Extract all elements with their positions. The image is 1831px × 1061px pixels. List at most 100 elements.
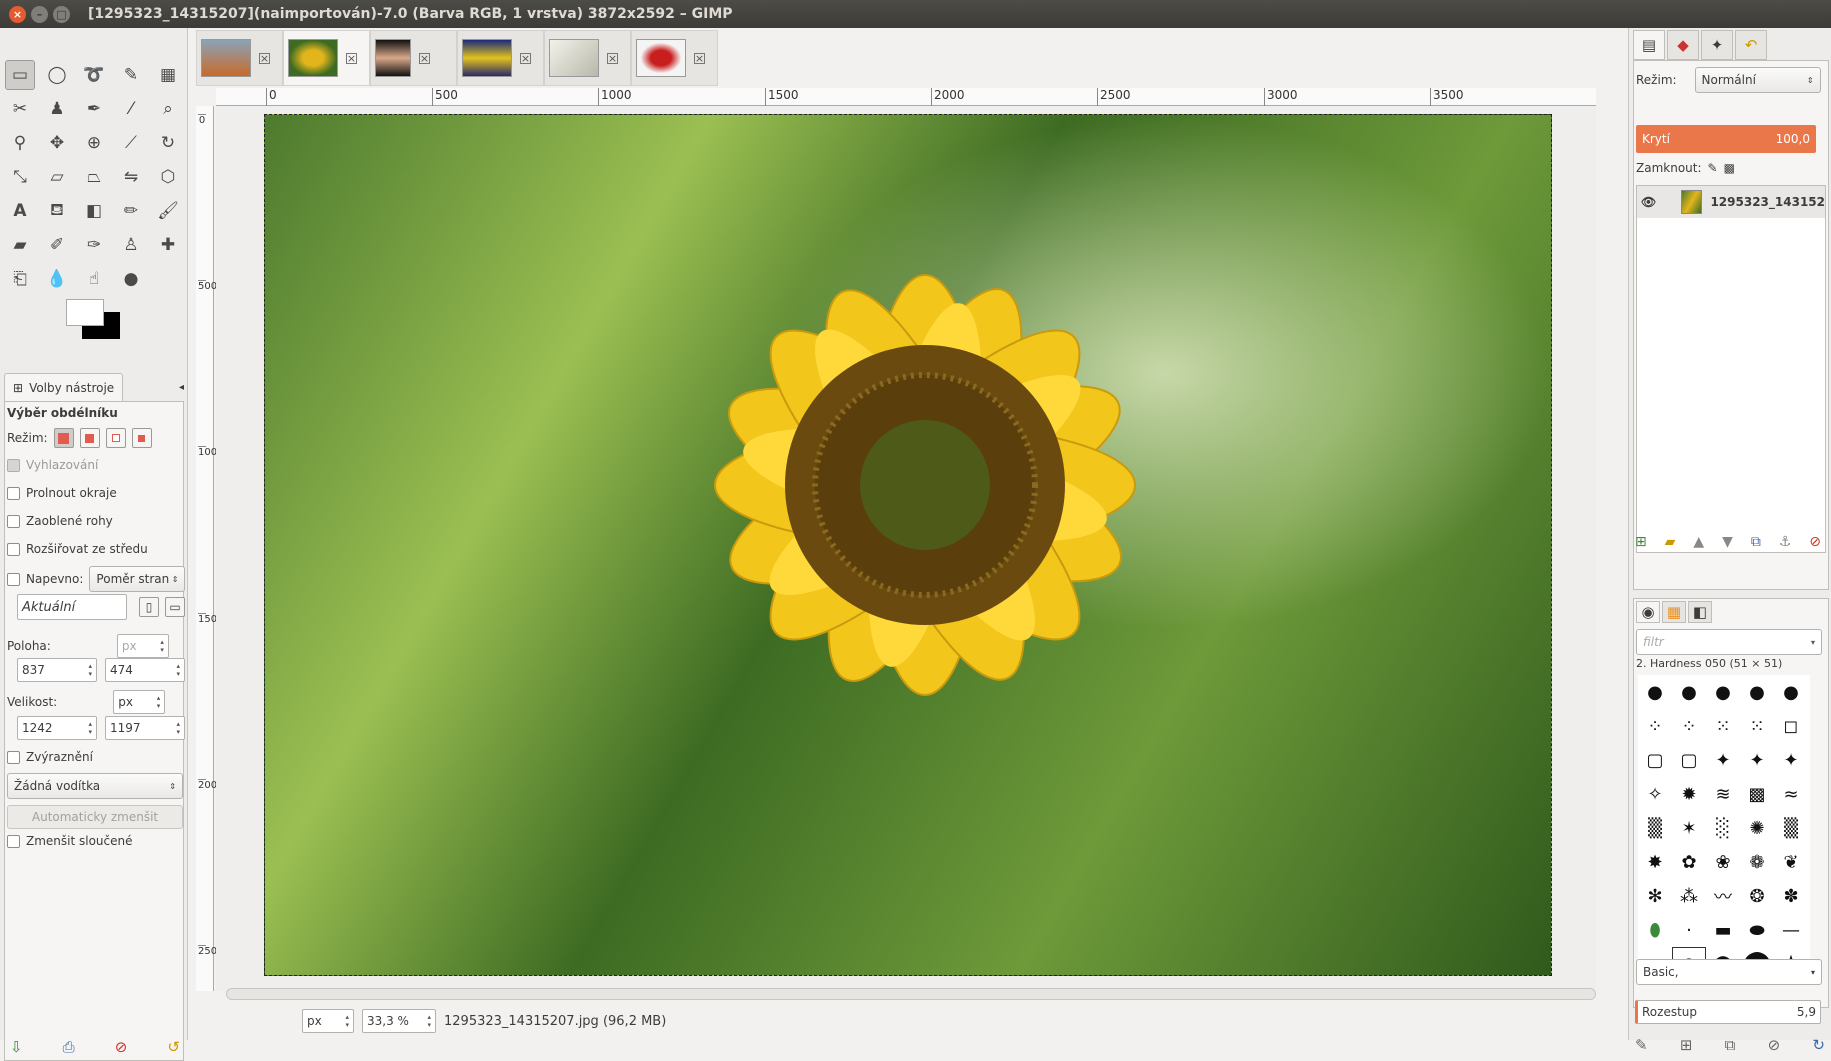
brushes-tab-icon[interactable]: ◉: [1636, 601, 1660, 623]
brush-item[interactable]: ✦: [1774, 743, 1808, 777]
lower-layer-icon[interactable]: ▼: [1722, 534, 1733, 550]
opacity-slider[interactable]: Krytí 100,0: [1636, 125, 1816, 153]
undo-tab-icon[interactable]: ↶: [1735, 30, 1767, 60]
cage-icon[interactable]: ⬡: [153, 162, 183, 192]
brush-item[interactable]: ▩: [1740, 777, 1774, 811]
size-w-input[interactable]: 1242 ▴ ▾: [17, 716, 97, 740]
scale-icon[interactable]: ⤡: [5, 162, 35, 192]
lock-pixels-icon[interactable]: ✎: [1708, 161, 1718, 175]
rect-select-icon[interactable]: ▭: [5, 60, 35, 90]
close-tab-icon[interactable]: ×: [607, 52, 618, 64]
blur-icon[interactable]: 💧: [42, 264, 72, 294]
brush-item[interactable]: ✺: [1740, 811, 1774, 845]
channels-tab-icon[interactable]: ◆: [1667, 30, 1699, 60]
size-h-input[interactable]: 1197 ▴ ▾: [105, 716, 185, 740]
image-tab-3[interactable]: ×: [370, 30, 457, 86]
foreground-select-icon[interactable]: ♟: [42, 94, 72, 124]
brush-item[interactable]: ⁙: [1740, 709, 1774, 743]
layer-row[interactable]: 👁 1295323_143152: [1637, 186, 1825, 218]
close-window-button[interactable]: ×: [9, 5, 26, 23]
mode-replace-button[interactable]: [53, 428, 74, 448]
size-unit-select[interactable]: px ▴ ▾: [113, 690, 166, 714]
image-tab-1[interactable]: ×: [196, 30, 283, 86]
brush-item[interactable]: ❁: [1740, 845, 1774, 879]
brush-item[interactable]: ▢: [1672, 743, 1706, 777]
paintbrush-icon[interactable]: 🖌: [153, 196, 183, 226]
brush-tag-input[interactable]: Basic, ▾: [1636, 959, 1822, 985]
mode-intersect-button[interactable]: [131, 428, 152, 448]
brush-item[interactable]: ✸: [1638, 845, 1672, 879]
close-tab-icon[interactable]: ×: [346, 52, 357, 64]
close-tab-icon[interactable]: ×: [419, 52, 430, 64]
fixed-checkbox[interactable]: [7, 572, 20, 586]
brush-item[interactable]: ✧: [1638, 777, 1672, 811]
brush-item[interactable]: ●: [1638, 675, 1672, 709]
brush-item[interactable]: ▬: [1706, 913, 1740, 947]
brush-item[interactable]: ●: [1740, 675, 1774, 709]
brush-item[interactable]: ●: [1706, 675, 1740, 709]
flip-icon[interactable]: ⇋: [116, 162, 146, 192]
fuzzy-select-icon[interactable]: ✎: [116, 60, 146, 90]
brush-item[interactable]: ◻: [1774, 709, 1808, 743]
color-picker-icon[interactable]: ⁄: [116, 94, 146, 124]
image-tab-2[interactable]: ×: [283, 30, 370, 86]
heal-icon[interactable]: ✚: [153, 230, 183, 260]
brush-item[interactable]: ≈: [1774, 777, 1808, 811]
close-tab-icon[interactable]: ×: [259, 52, 270, 64]
smudge-icon[interactable]: ☝: [79, 264, 109, 294]
delete-brush-icon[interactable]: ⊘: [1768, 1036, 1781, 1054]
new-layer-icon[interactable]: ⊞: [1635, 534, 1647, 550]
bucket-fill-icon[interactable]: ⛾: [42, 196, 72, 226]
delete-options-icon[interactable]: ⊘: [115, 1038, 128, 1056]
foreground-color-swatch[interactable]: [66, 299, 104, 326]
brush-item[interactable]: ▒: [1774, 811, 1808, 845]
layer-mode-combo[interactable]: Normální ⇕: [1694, 67, 1821, 93]
brush-item[interactable]: ⬮: [1638, 913, 1672, 947]
duplicate-layer-icon[interactable]: ⧉: [1751, 534, 1761, 550]
spacing-slider[interactable]: Rozestup 5,9: [1635, 1000, 1821, 1024]
pos-y-input[interactable]: 474 ▴ ▾: [105, 658, 185, 682]
zoom-select[interactable]: 33,3 % ▴ ▾: [362, 1009, 436, 1033]
brush-item[interactable]: ✹: [1672, 777, 1706, 811]
dodge-burn-icon[interactable]: ●: [116, 264, 146, 294]
brush-item[interactable]: ·: [1672, 913, 1706, 947]
eraser-icon[interactable]: ▰: [5, 230, 35, 260]
image-tab-4[interactable]: ×: [457, 30, 544, 86]
minimize-window-button[interactable]: –: [31, 5, 48, 23]
airbrush-icon[interactable]: ✐: [42, 230, 72, 260]
new-layer-group-icon[interactable]: ▰: [1665, 534, 1676, 550]
delete-layer-icon[interactable]: ⊘: [1809, 534, 1821, 550]
unit-select[interactable]: px ▴ ▾: [302, 1009, 354, 1033]
layers-tab-icon[interactable]: ▤: [1633, 30, 1665, 60]
expand-center-checkbox[interactable]: [7, 542, 20, 556]
brush-item[interactable]: ≋: [1706, 777, 1740, 811]
lasso-icon[interactable]: ➰: [79, 60, 109, 90]
shrink-merged-checkbox[interactable]: [7, 834, 20, 848]
pos-x-input[interactable]: 837 ▴ ▾: [17, 658, 97, 682]
brush-item[interactable]: ●: [1672, 675, 1706, 709]
portrait-button[interactable]: ▯: [139, 597, 159, 617]
brush-item[interactable]: ❦: [1774, 845, 1808, 879]
gradients-tab-icon[interactable]: ◧: [1688, 601, 1712, 623]
paths-icon[interactable]: ✒: [79, 94, 109, 124]
vertical-ruler[interactable]: 0 500 1000 1500 2000 2500: [196, 106, 223, 991]
mode-add-button[interactable]: [79, 428, 100, 448]
brush-filter-input[interactable]: filtr ▾: [1636, 629, 1822, 655]
mode-subtract-button[interactable]: [105, 428, 126, 448]
raise-layer-icon[interactable]: ▲: [1693, 534, 1704, 550]
image-tab-5[interactable]: ×: [544, 30, 631, 86]
ink-icon[interactable]: ✑: [79, 230, 109, 260]
brush-item[interactable]: 〰: [1706, 879, 1740, 913]
color-select-icon[interactable]: ▦: [153, 60, 183, 90]
paths-tab-icon[interactable]: ✦: [1701, 30, 1733, 60]
close-tab-icon[interactable]: ×: [520, 52, 531, 64]
brush-item[interactable]: ⬬: [1740, 913, 1774, 947]
fixed-value-input[interactable]: Aktuální: [17, 594, 127, 620]
brush-item[interactable]: ✦: [1706, 743, 1740, 777]
measure-icon[interactable]: ⚲: [5, 128, 35, 158]
fg-bg-colors[interactable]: [66, 299, 122, 343]
shear-icon[interactable]: ▱: [42, 162, 72, 192]
close-tab-icon[interactable]: ×: [694, 52, 705, 64]
autoshrink-button[interactable]: Automaticky zmenšit: [7, 805, 183, 829]
eye-icon[interactable]: 👁: [1641, 195, 1656, 209]
